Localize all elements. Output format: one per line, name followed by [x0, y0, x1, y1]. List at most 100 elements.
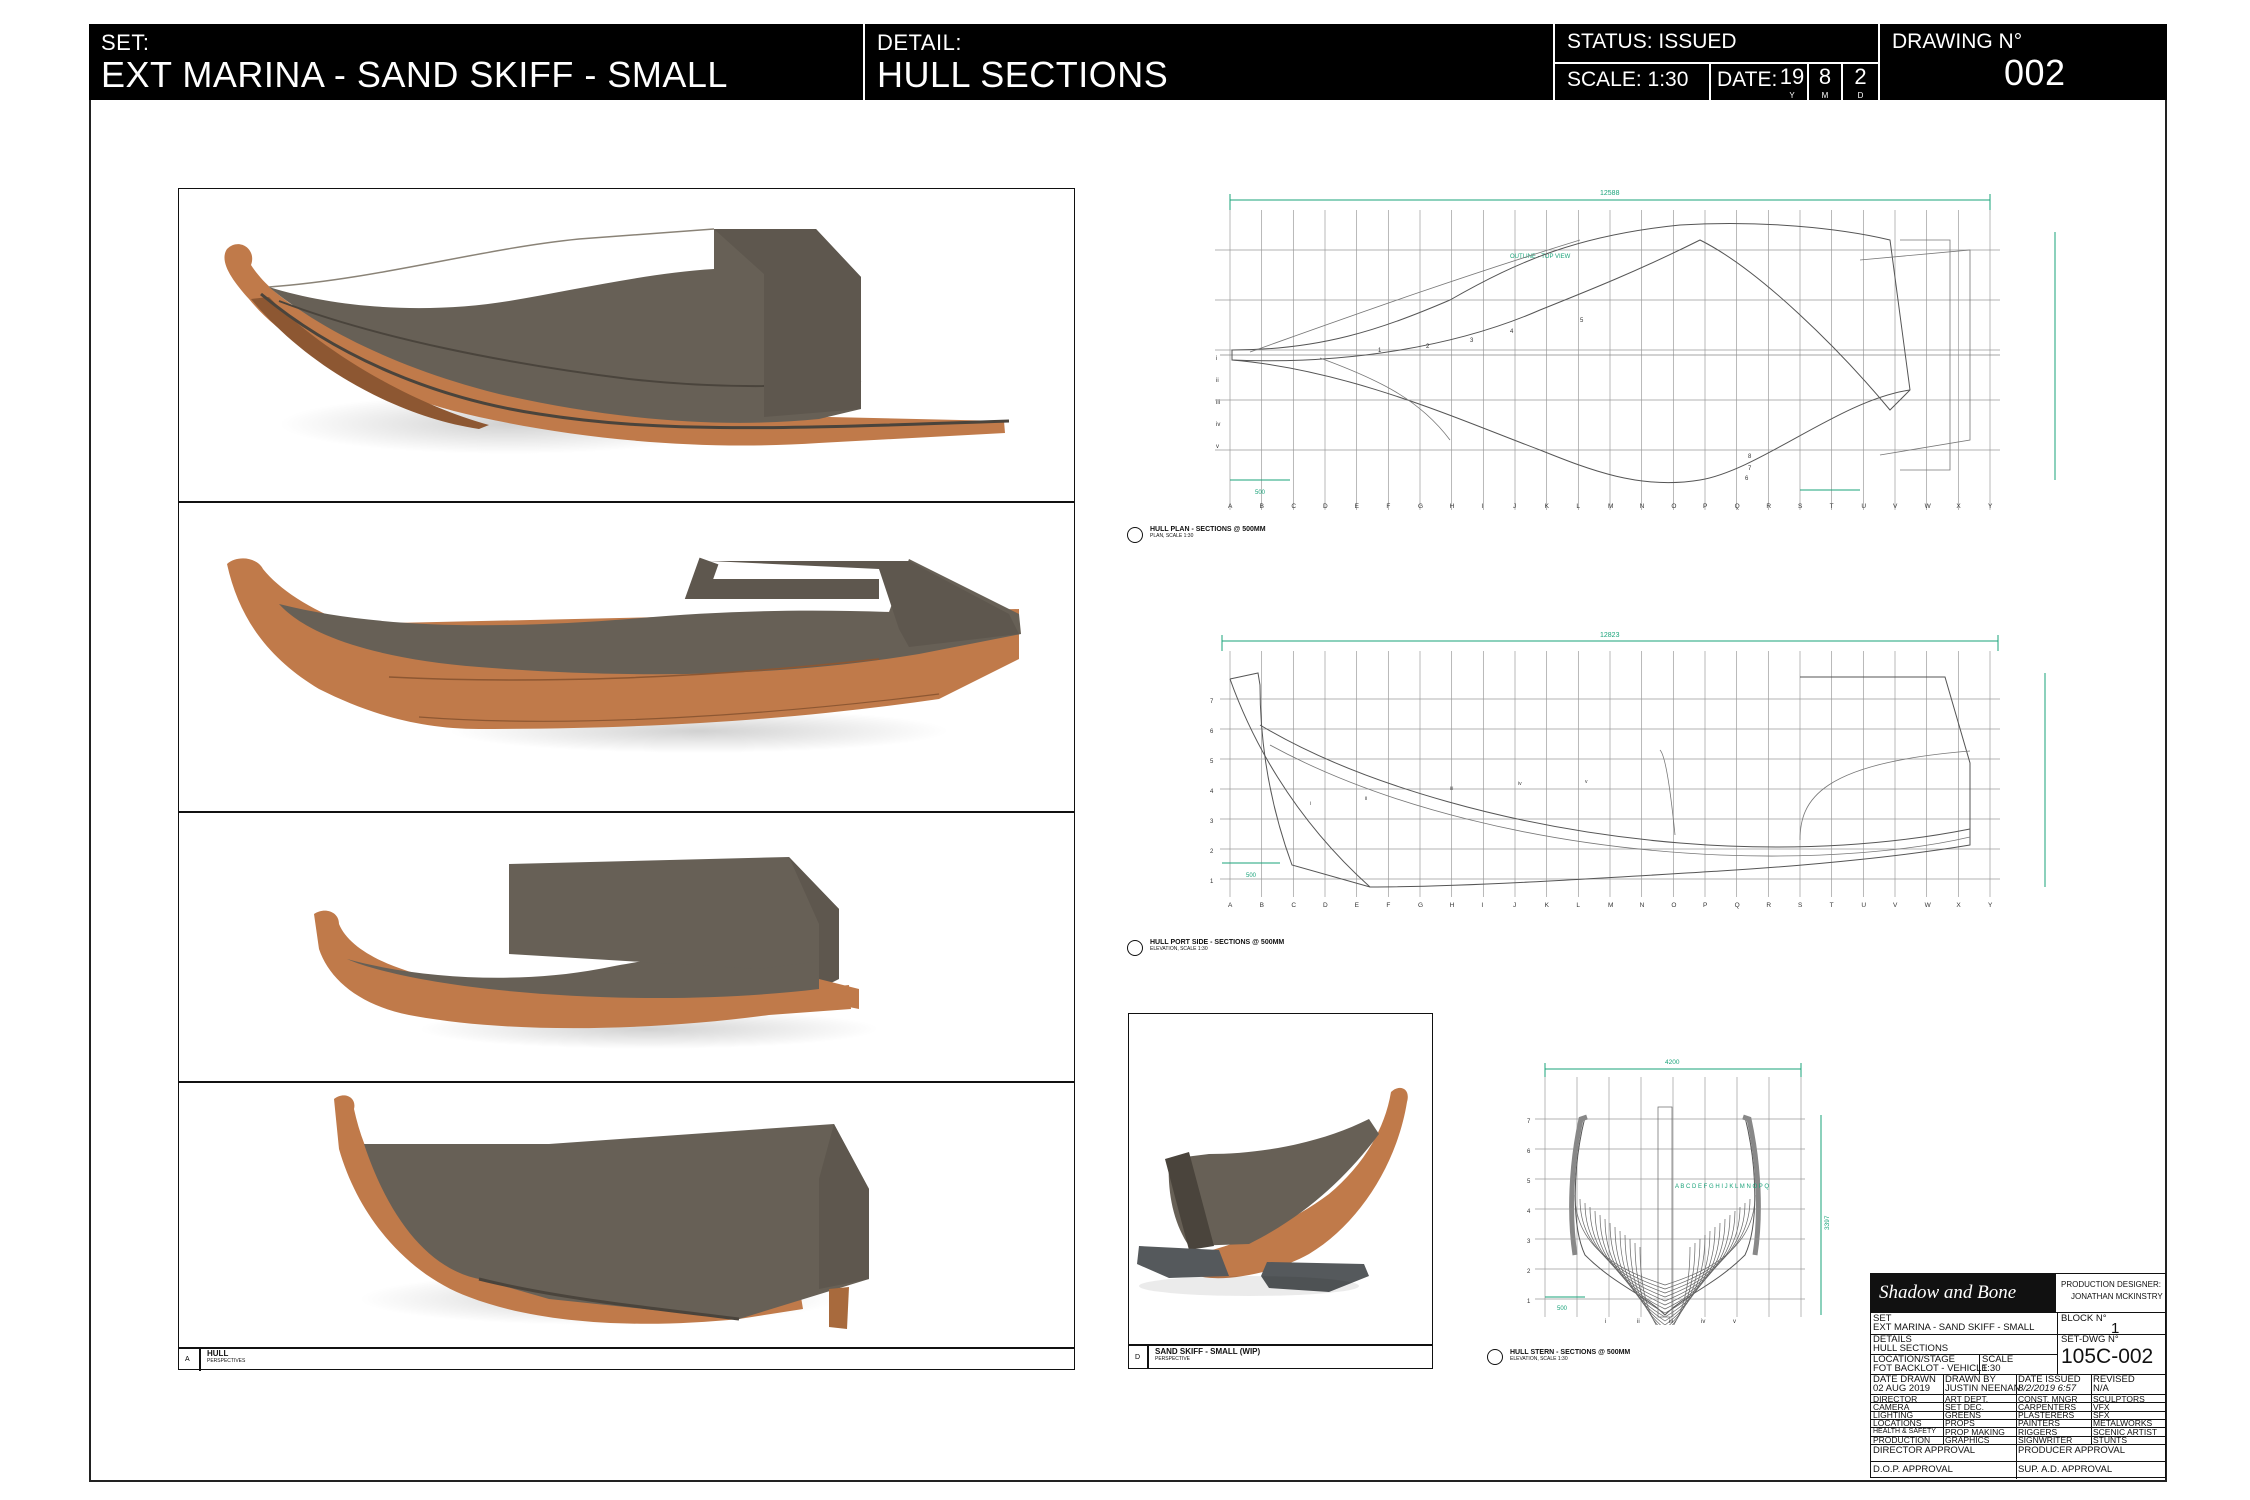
- date-label: DATE:: [1717, 68, 1778, 91]
- date-day: 2D: [1841, 64, 1878, 100]
- plan-station-letter: N: [1640, 503, 1645, 510]
- side-station-letter: T: [1830, 902, 1834, 909]
- plan-station-letter: X: [1956, 503, 1961, 510]
- plan-station-letter: A: [1228, 503, 1233, 510]
- tb-revised: N/A: [2093, 1383, 2109, 1394]
- side-station-letter: C: [1291, 902, 1296, 909]
- side-station-letter: V: [1893, 902, 1898, 909]
- stern-height-dim: 3397: [1824, 1215, 1831, 1230]
- plan-row-label: i: [1216, 356, 1217, 362]
- stern-bottom-label: iv: [1701, 1319, 1705, 1325]
- plan-section-label: 6: [1745, 476, 1749, 482]
- plan-section-label: 5: [1580, 318, 1584, 324]
- stern-row-label: 3: [1527, 1239, 1531, 1245]
- stern-bottom-label: v: [1733, 1319, 1736, 1325]
- side-station-letter: U: [1861, 902, 1866, 909]
- side-station-letter: K: [1545, 902, 1550, 909]
- plan-station-letter: F: [1386, 503, 1390, 510]
- plan-caption: HULL PLAN - SECTIONS @ 500MM PLAN, SCALE …: [1150, 526, 1266, 539]
- stern-section-curve: [1574, 1194, 1756, 1286]
- header-bar: SET: EXT MARINA - SAND SKIFF - SMALL DET…: [89, 24, 2167, 100]
- tb-date-issued: 8/2/2019 6:57: [2018, 1383, 2077, 1394]
- stern-section-symbol: [1487, 1349, 1503, 1365]
- stern-row-label: 4: [1527, 1209, 1531, 1215]
- hull-perspectives-panel: A HULL PERSPECTIVES: [178, 188, 1075, 1371]
- scale-text: SCALE: 1:30: [1567, 68, 1689, 91]
- plan-section-label: 4: [1510, 329, 1514, 335]
- stern-bottom-label: i: [1605, 1319, 1606, 1325]
- plan-station-letter: M: [1608, 503, 1613, 510]
- set-value: EXT MARINA - SAND SKIFF - SMALL: [101, 54, 728, 95]
- hull-renders: [224, 228, 1021, 1329]
- hull-view-4: [334, 1095, 869, 1329]
- side-caption: HULL PORT SIDE - SECTIONS @ 500MM ELEVATI…: [1150, 939, 1285, 952]
- department-cell: PRODUCTION: [1873, 1435, 1931, 1445]
- side-station-letter: L: [1576, 902, 1580, 909]
- date-year: 19 Y: [1779, 64, 1805, 100]
- side-station-letter: X: [1956, 902, 1961, 909]
- side-station-letter: W: [1925, 902, 1932, 909]
- stern-section-curve: [1629, 1238, 1701, 1325]
- director-approval: DIRECTOR APPROVAL: [1873, 1445, 1976, 1456]
- title-block: Shadow and Bone PRODUCTION DESIGNER: JON…: [1870, 1273, 2166, 1479]
- panel-d-id: D: [1135, 1354, 1141, 1361]
- drawing-number: 002: [2004, 52, 2066, 93]
- stern-row-label: 1: [1527, 1299, 1531, 1305]
- stern-section-curve: [1609, 1222, 1721, 1314]
- plan-station-letter: R: [1766, 503, 1771, 510]
- side-station-letter: A: [1228, 902, 1233, 909]
- side-station-letter: O: [1671, 902, 1676, 909]
- producer-approval: PRODUCER APPROVAL: [2018, 1445, 2125, 1456]
- plan-station-letter: H: [1450, 503, 1455, 510]
- side-section-mark: iv: [1518, 781, 1522, 787]
- plan-station-letter: J: [1513, 503, 1516, 510]
- plan-row-label: ii: [1216, 378, 1219, 384]
- tb-setdwg-value: 105C-002: [2061, 1345, 2154, 1368]
- side-row-label: 6: [1210, 729, 1214, 735]
- date-month: 8M: [1807, 64, 1841, 100]
- stern-section-curve: [1604, 1218, 1726, 1310]
- hull-view-1: [224, 228, 1010, 454]
- plan-station-letter: S: [1798, 503, 1803, 510]
- set-cell: SET: EXT MARINA - SAND SKIFF - SMALL: [89, 24, 865, 100]
- side-row-label: 7: [1210, 699, 1214, 705]
- side-station-letter: S: [1798, 902, 1803, 909]
- tb-details-value: HULL SECTIONS: [1873, 1343, 1949, 1354]
- stern-row-label: 6: [1527, 1149, 1531, 1155]
- side-row-label: 1: [1210, 879, 1214, 885]
- detail-label: DETAIL:: [877, 30, 963, 55]
- hull-view-3: [314, 857, 879, 1049]
- plan-station-letter: I: [1481, 503, 1483, 510]
- stern-row-label: 5: [1527, 1179, 1531, 1185]
- plan-station-letter: E: [1355, 503, 1360, 510]
- department-cell: GRAPHICS: [1945, 1435, 1990, 1445]
- side-station-letter: D: [1323, 902, 1328, 909]
- pd-label: PRODUCTION DESIGNER:: [2061, 1280, 2162, 1289]
- stern-section-curve: [1599, 1214, 1731, 1306]
- plan-station-letter: B: [1260, 503, 1264, 510]
- tb-location-value: FOT BACKLOT - VEHICLE: [1873, 1363, 1988, 1374]
- plan-row-label: v: [1216, 444, 1219, 450]
- hull-view-2: [227, 557, 1021, 753]
- side-station-letter: B: [1260, 902, 1264, 909]
- department-cell: STUNTS: [2093, 1435, 2127, 1445]
- plan-grid-dim: 500: [1255, 490, 1266, 496]
- side-section-mark: v: [1585, 779, 1588, 785]
- stern-row-label: 7: [1527, 1119, 1531, 1125]
- stern-width-dim: 4200: [1665, 1059, 1680, 1066]
- drawing-label: DRAWING N°: [1892, 30, 2023, 53]
- sand-skiff-panel: D SAND SKIFF - SMALL (WIP) PERSPECTIVE: [1128, 1013, 1433, 1369]
- sup-ad-approval: SUP. A.D. APPROVAL: [2018, 1464, 2113, 1475]
- detail-cell: DETAIL: HULL SECTIONS: [865, 24, 1555, 100]
- stern-section-curve: [1624, 1234, 1706, 1325]
- sand-skiff-render: [1137, 1087, 1408, 1296]
- stern-row-label: 2: [1527, 1269, 1531, 1275]
- plan-station-letter: G: [1418, 503, 1423, 510]
- stern-caption: HULL STERN - SECTIONS @ 500MM ELEVATION, …: [1510, 1349, 1631, 1362]
- plan-station-letter: O: [1671, 503, 1676, 510]
- stern-section-curve: [1589, 1206, 1741, 1298]
- side-section-mark: iii: [1450, 786, 1453, 792]
- side-station-letter: J: [1513, 902, 1516, 909]
- side-section-mark: ii: [1365, 796, 1367, 802]
- dop-approval: D.O.P. APPROVAL: [1873, 1464, 1953, 1475]
